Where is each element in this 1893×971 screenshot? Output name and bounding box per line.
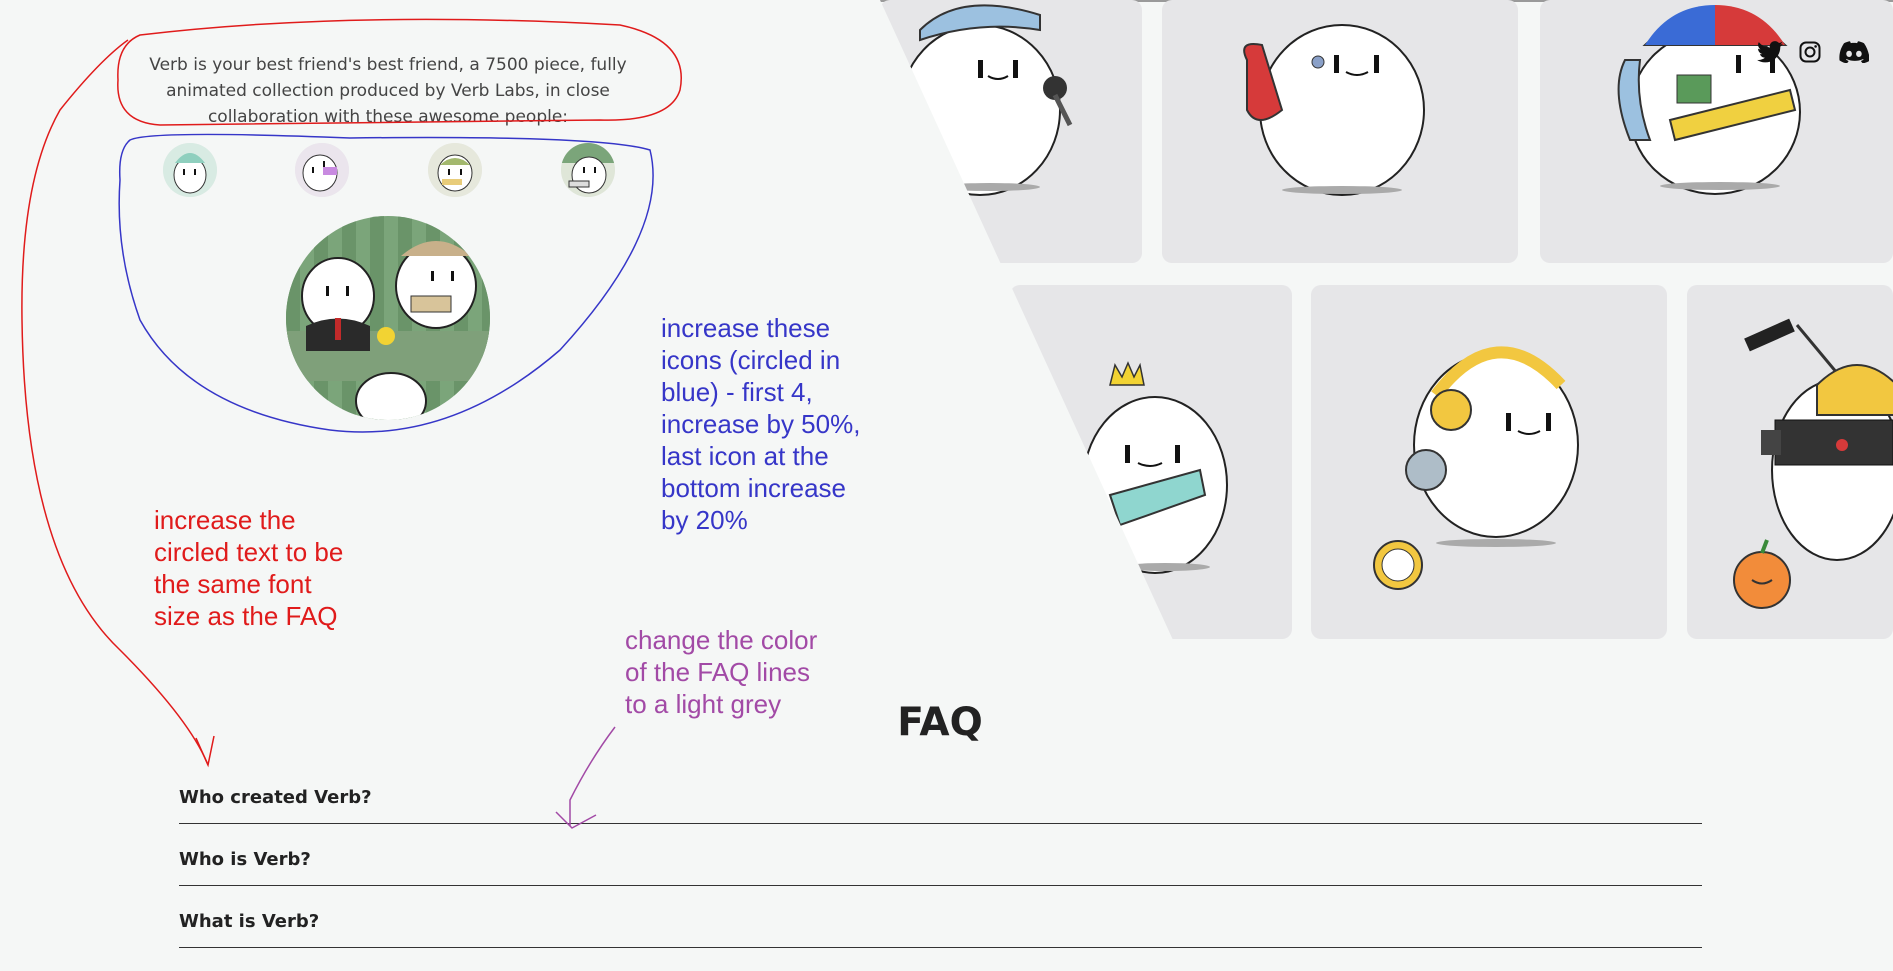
team-avatar-1[interactable] xyxy=(163,143,217,197)
annotation-red-note: increase the circled text to be the same… xyxy=(154,505,344,631)
faq-title: FAQ xyxy=(897,700,983,745)
team-avatar-3[interactable] xyxy=(428,143,482,197)
faq-question: Who is Verb? xyxy=(179,849,311,870)
faq-item[interactable]: Who created Verb? xyxy=(179,762,1702,824)
faq-list: Who created Verb? Who is Verb? What is V… xyxy=(179,762,1702,948)
discord-icon xyxy=(1839,41,1869,63)
avatar-3-image xyxy=(428,143,482,197)
instagram-link[interactable] xyxy=(1796,38,1824,66)
annotation-purple-note: change the color of the FAQ lines to a l… xyxy=(625,625,818,719)
team-avatar-4[interactable] xyxy=(561,143,615,197)
faq-question: What is Verb? xyxy=(179,911,320,932)
avatar-1-image xyxy=(163,143,217,197)
faq-question: Who created Verb? xyxy=(179,787,372,808)
twitter-link[interactable] xyxy=(1756,38,1784,66)
avatar-2-image xyxy=(295,143,349,197)
team-avatar-main[interactable] xyxy=(286,216,490,420)
faq-item[interactable]: What is Verb? xyxy=(179,886,1702,948)
team-avatar-2[interactable] xyxy=(295,143,349,197)
faq-item[interactable]: Who is Verb? xyxy=(179,824,1702,886)
avatar-4-image xyxy=(561,143,615,197)
avatar-main-image xyxy=(286,216,490,420)
instagram-icon xyxy=(1799,41,1821,63)
discord-link[interactable] xyxy=(1836,38,1872,66)
twitter-icon xyxy=(1757,41,1783,63)
annotation-blue-note: increase these icons (circled in blue) -… xyxy=(661,313,861,535)
intro-text: Verb is your best friend's best friend, … xyxy=(149,55,627,127)
